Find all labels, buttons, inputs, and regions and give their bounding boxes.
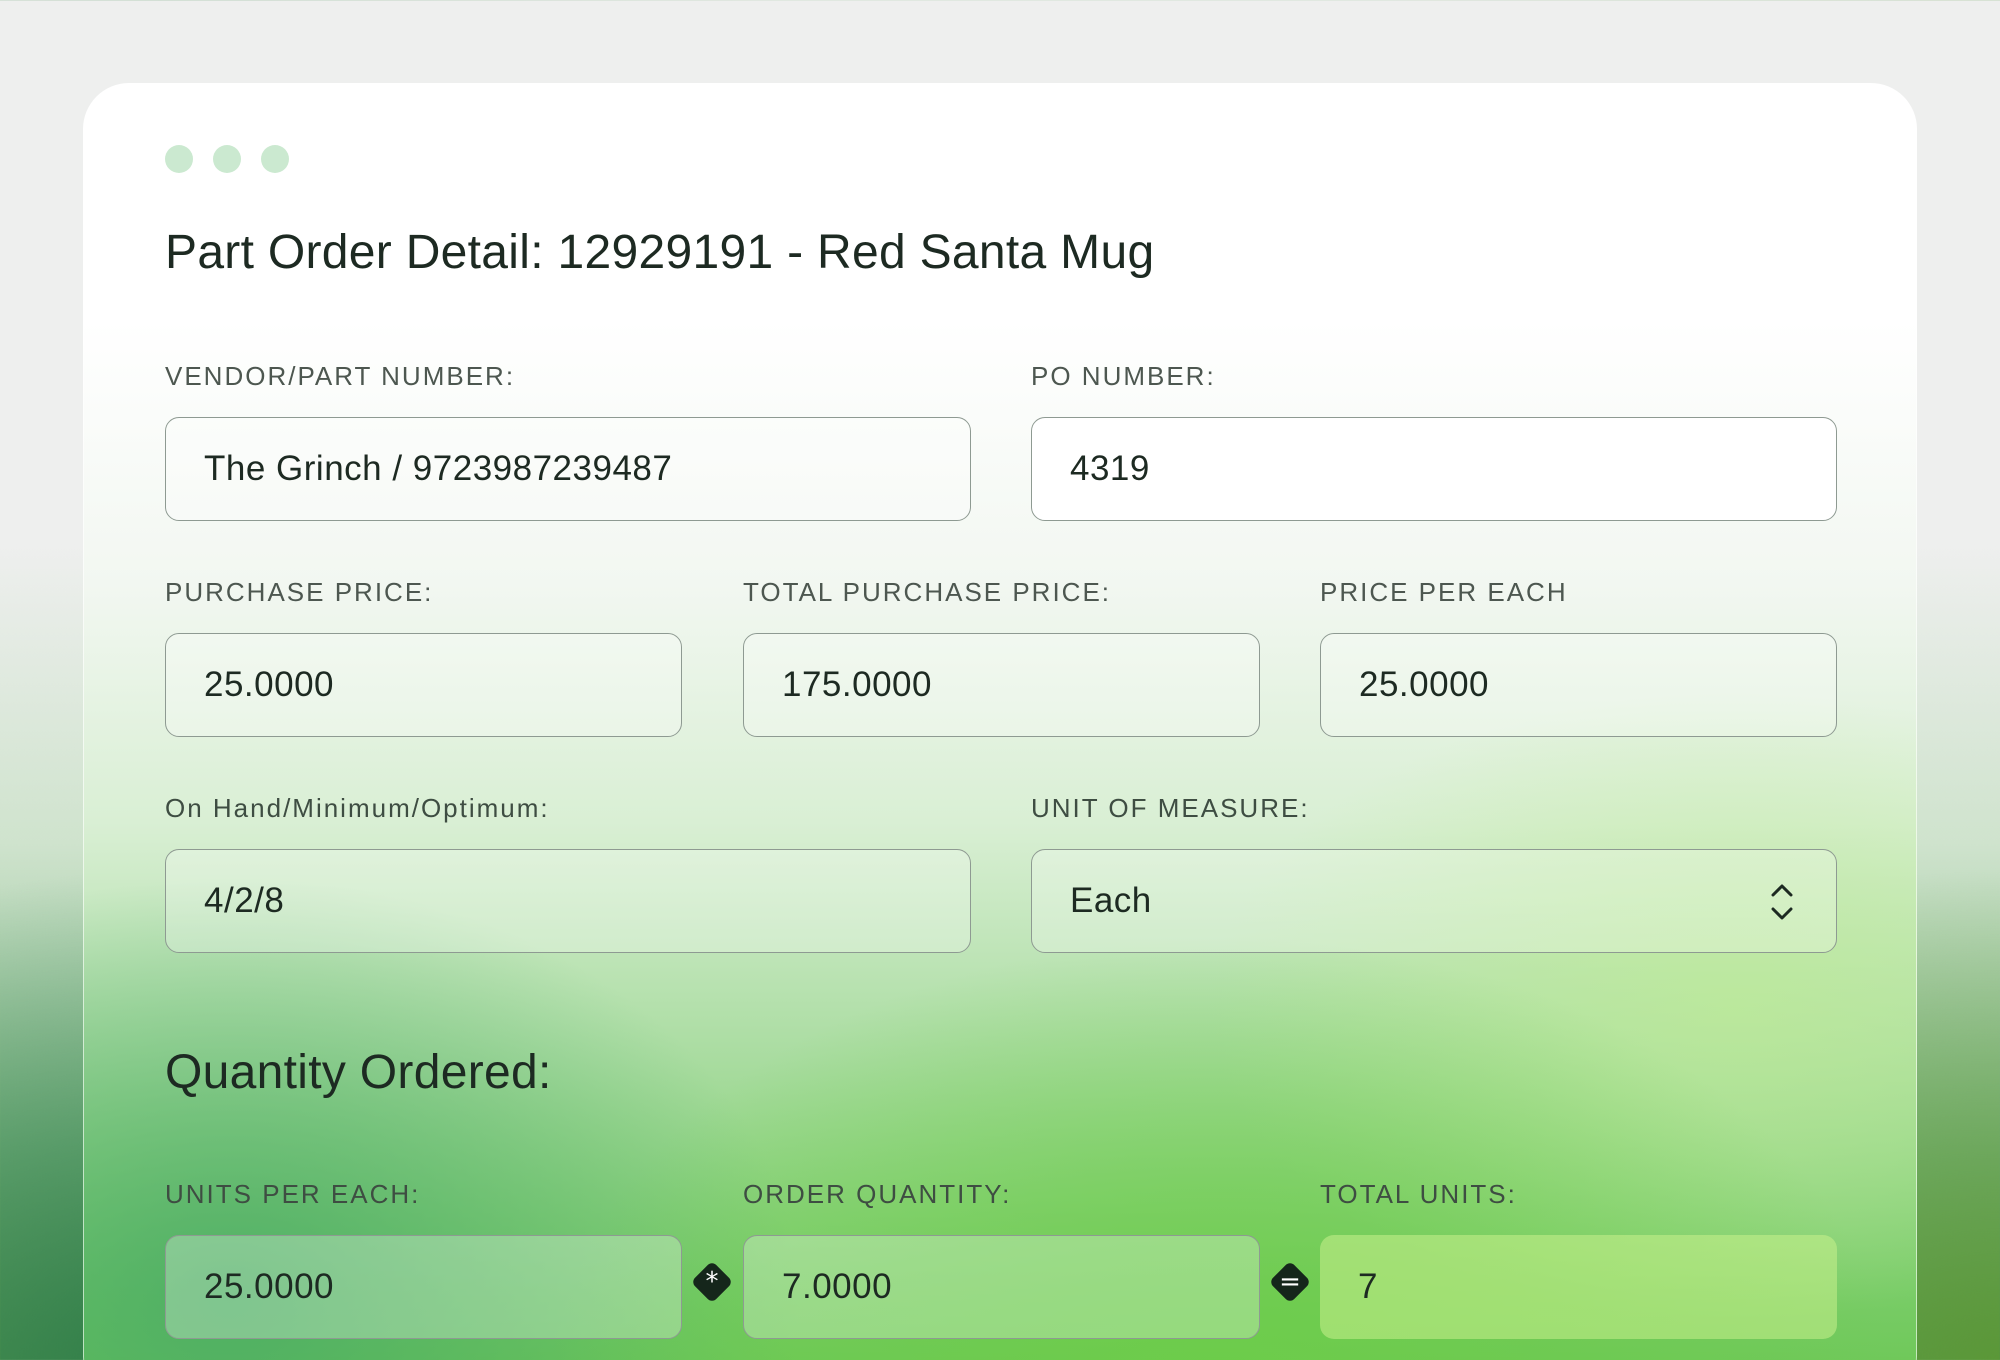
order-quantity-field: ORDER QUANTITY: 7.0000: [743, 1179, 1260, 1339]
total-units-field: TOTAL UNITS: 7: [1320, 1179, 1837, 1339]
units-per-each-input[interactable]: 25.0000: [165, 1235, 682, 1339]
order-quantity-label: ORDER QUANTITY:: [743, 1179, 1012, 1209]
on-hand-input[interactable]: 4/2/8: [165, 849, 971, 953]
window-dot-icon[interactable]: [213, 145, 241, 173]
vendor-part-field: VENDOR/PART NUMBER: The Grinch / 9723987…: [165, 361, 971, 521]
multiply-operator: *: [687, 1257, 737, 1307]
on-hand-label: On Hand/Minimum/Optimum:: [165, 793, 550, 823]
chevron-up-down-icon: [1771, 884, 1793, 920]
po-number-field: PO NUMBER: 4319: [1031, 361, 1837, 521]
purchase-price-field: PURCHASE PRICE: 25.0000: [165, 577, 682, 737]
units-per-each-field: UNITS PER EACH: 25.0000: [165, 1179, 682, 1339]
unit-of-measure-label: UNIT OF MEASURE:: [1031, 793, 1310, 823]
window-dot-icon[interactable]: [261, 145, 289, 173]
page-title: Part Order Detail: 12929191 - Red Santa …: [165, 226, 1155, 279]
total-units-label: TOTAL UNITS:: [1320, 1179, 1517, 1209]
window-controls: [165, 145, 289, 173]
price-per-each-field: PRICE PER EACH 25.0000: [1320, 577, 1837, 737]
unit-of-measure-value: Each: [1070, 881, 1152, 920]
on-hand-field: On Hand/Minimum/Optimum: 4/2/8: [165, 793, 971, 953]
unit-of-measure-field: UNIT OF MEASURE: Each: [1031, 793, 1837, 953]
price-per-each-label: PRICE PER EACH: [1320, 577, 1568, 607]
order-quantity-input[interactable]: 7.0000: [743, 1235, 1260, 1339]
vendor-part-input[interactable]: The Grinch / 9723987239487: [165, 417, 971, 521]
multiply-symbol: *: [705, 1267, 719, 1297]
total-purchase-price-label: TOTAL PURCHASE PRICE:: [743, 577, 1112, 607]
purchase-price-label: PURCHASE PRICE:: [165, 577, 434, 607]
po-number-input[interactable]: 4319: [1031, 417, 1837, 521]
purchase-price-input[interactable]: 25.0000: [165, 633, 682, 737]
total-purchase-price-field: TOTAL PURCHASE PRICE: 175.0000: [743, 577, 1260, 737]
unit-of-measure-select[interactable]: Each: [1031, 849, 1837, 953]
units-per-each-label: UNITS PER EACH:: [165, 1179, 421, 1209]
equals-symbol: =: [1279, 1267, 1301, 1297]
vendor-part-label: VENDOR/PART NUMBER:: [165, 361, 516, 391]
equals-operator: =: [1265, 1257, 1315, 1307]
price-per-each-input[interactable]: 25.0000: [1320, 633, 1837, 737]
quantity-section-title: Quantity Ordered:: [165, 1046, 552, 1099]
total-units-output: 7: [1320, 1235, 1837, 1339]
po-number-label: PO NUMBER:: [1031, 361, 1216, 391]
total-purchase-price-input[interactable]: 175.0000: [743, 633, 1260, 737]
order-window: Part Order Detail: 12929191 - Red Santa …: [83, 83, 1917, 1360]
window-dot-icon[interactable]: [165, 145, 193, 173]
